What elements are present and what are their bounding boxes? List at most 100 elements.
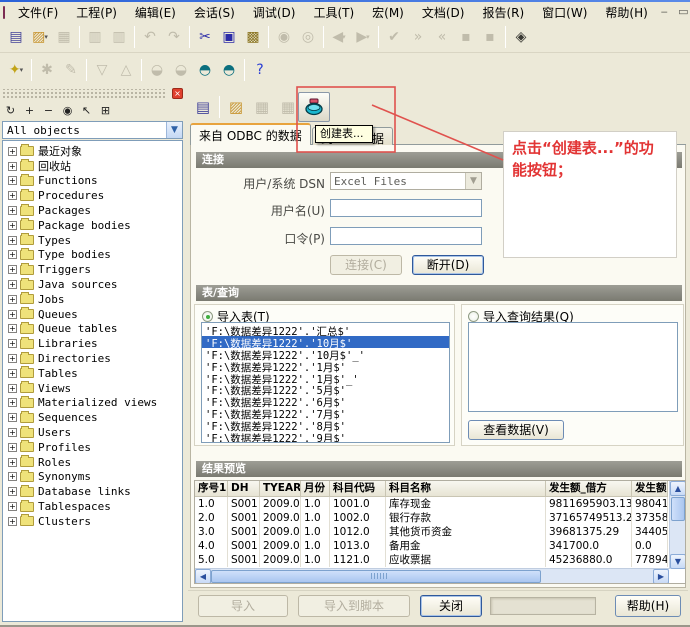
menu-item-0[interactable]: 文件(F) [9, 2, 67, 23]
table-list-item[interactable]: 'F:\数据差异1222'.'8月$' [202, 419, 449, 433]
tree-item[interactable]: + 回收站 [6, 159, 182, 174]
expand-plus-icon[interactable]: + [8, 220, 17, 230]
horizontal-scrollbar[interactable]: ◀ ▶ [195, 568, 669, 583]
find-object-icon[interactable]: ◉ [59, 102, 76, 118]
password-field[interactable] [330, 227, 482, 245]
collapse-icon[interactable]: − [40, 102, 57, 118]
expand-plus-icon[interactable]: + [8, 146, 17, 156]
expand-plus-icon[interactable]: + [8, 368, 17, 378]
expand-plus-icon[interactable]: + [8, 161, 17, 171]
expand-plus-icon[interactable]: + [8, 354, 17, 364]
scroll-down-icon[interactable]: ▼ [670, 554, 685, 569]
column-header[interactable]: 序号1 [195, 481, 228, 497]
expand-plus-icon[interactable]: + [8, 472, 17, 482]
help-icon[interactable]: ? [248, 58, 272, 82]
column-header[interactable]: 月份 [301, 481, 330, 497]
tree-item[interactable]: + Procedures [6, 188, 182, 203]
cut-icon[interactable]: ✂ [193, 25, 217, 49]
dropdown-arrow-icon[interactable]: ▾ [20, 66, 24, 74]
dropdown-arrow-icon[interactable]: ▾ [44, 33, 48, 41]
expand-plus-icon[interactable]: + [8, 294, 17, 304]
scroll-up-icon[interactable]: ▲ [670, 481, 685, 496]
tree-item[interactable]: + Views [6, 381, 182, 396]
expand-plus-icon[interactable]: + [8, 428, 17, 438]
copy-icon[interactable]: ▣ [217, 25, 241, 49]
expand-plus-icon[interactable]: + [8, 413, 17, 423]
expand-plus-icon[interactable]: + [8, 206, 17, 216]
tree-item[interactable]: + Functions [6, 173, 182, 189]
table-list-item[interactable]: 'F:\数据差异1222'.'7月$' [202, 407, 449, 421]
username-field[interactable] [330, 199, 482, 217]
column-header[interactable]: 发生额 [632, 481, 668, 497]
tree-item[interactable]: + Triggers [6, 262, 182, 277]
menu-item-3[interactable]: 会话(S) [185, 2, 244, 23]
expand-plus-icon[interactable]: + [8, 265, 17, 275]
table-list-item[interactable]: 'F:\数据差异1222'.'6月$' [202, 395, 449, 409]
new-import-icon[interactable]: ▤ [190, 94, 216, 120]
open-import-icon[interactable]: ▨ [223, 94, 249, 120]
tree-item[interactable]: + Type bodies [6, 247, 182, 263]
expand-plus-icon[interactable]: + [8, 487, 17, 497]
expand-plus-icon[interactable]: + [8, 250, 17, 260]
expand-plus-icon[interactable]: + [8, 398, 17, 408]
expand-plus-icon[interactable]: + [8, 280, 17, 290]
menu-item-7[interactable]: 文档(D) [413, 2, 474, 23]
menu-item-8[interactable]: 报告(R) [473, 2, 533, 23]
find-database-objects-icon[interactable]: ◓ [193, 58, 217, 82]
expand-plus-icon[interactable]: + [8, 442, 17, 452]
tree-item[interactable]: + Roles [6, 455, 182, 470]
create-table-button[interactable] [298, 92, 330, 122]
menu-item-2[interactable]: 编辑(E) [126, 2, 185, 23]
column-header[interactable]: 科目代码 [330, 481, 386, 497]
tree-item[interactable]: + Profiles [6, 440, 182, 455]
restore-button[interactable]: ▭ [676, 5, 690, 19]
disconnect-button[interactable]: 断开(D) [412, 255, 484, 275]
menu-item-4[interactable]: 调试(D) [244, 2, 305, 23]
tree-item[interactable]: + Libraries [6, 336, 182, 351]
tree-item[interactable]: + Java sources [6, 277, 182, 292]
dropdown-arrow-icon[interactable]: ▾ [366, 33, 370, 41]
close-dialog-button[interactable]: 关闭 [420, 595, 482, 617]
table-list-item[interactable]: 'F:\数据差异1222'.'1月$'_' [202, 372, 449, 386]
chevron-down-icon[interactable]: ▼ [166, 122, 182, 138]
expand-plus-icon[interactable]: + [8, 457, 17, 467]
tree-item[interactable]: + Synonyms [6, 469, 182, 485]
expand-plus-icon[interactable]: + [8, 176, 17, 186]
expand-plus-icon[interactable]: + [8, 324, 17, 334]
column-header[interactable]: DH [228, 481, 260, 497]
select-arrow-icon[interactable]: ↖ [78, 102, 95, 118]
tree-item[interactable]: + Tablespaces [6, 499, 182, 514]
table-list-item[interactable]: 'F:\数据差异1222'.'10月$'_' [202, 348, 449, 362]
new-file-icon[interactable]: ▤ [4, 25, 28, 49]
panel-close-button[interactable]: × [172, 88, 183, 99]
expand-plus-icon[interactable]: + [8, 235, 17, 245]
tree-item[interactable]: + Users [6, 425, 182, 440]
scroll-left-icon[interactable]: ◀ [195, 569, 211, 583]
table-list-item[interactable]: 'F:\数据差异1222'.'汇总$' [202, 324, 449, 338]
tree-item[interactable]: + Packages [6, 203, 182, 218]
expand-plus-icon[interactable]: + [8, 309, 17, 319]
break-session-icon[interactable]: ◓ [217, 58, 241, 82]
tree-item[interactable]: + Tables [6, 366, 182, 381]
tree-item[interactable]: + Database links [6, 484, 182, 499]
table-list-item[interactable]: 'F:\数据差异1222'.'1月$' [202, 360, 449, 374]
column-header[interactable]: 科目名称 [386, 481, 546, 497]
object-filter-combo[interactable]: All objects ▼ [2, 121, 183, 139]
minimize-button[interactable]: ‒ [657, 5, 672, 19]
expand-plus-icon[interactable]: + [8, 339, 17, 349]
expand-icon[interactable]: + [21, 102, 38, 118]
select-options-icon[interactable]: ⊞ [97, 102, 114, 118]
vertical-scroll-thumb[interactable] [671, 497, 685, 521]
expand-plus-icon[interactable]: + [8, 191, 17, 201]
menu-item-9[interactable]: 窗口(W) [533, 2, 596, 23]
tree-item[interactable]: + Directories [6, 351, 182, 366]
help-button[interactable]: 帮助(H) [615, 595, 681, 617]
tree-item[interactable]: + Queues [6, 307, 182, 322]
connect-key-icon[interactable]: ✦ ▾ [4, 58, 28, 82]
tab-from-odbc[interactable]: 来自 ODBC 的数据 [190, 123, 311, 145]
tree-item[interactable]: + Queue tables [6, 321, 182, 337]
tree-item[interactable]: + Package bodies [6, 218, 182, 233]
column-header[interactable]: TYEAR [260, 481, 301, 497]
tree-item[interactable]: + Materialized views [6, 395, 182, 411]
expand-plus-icon[interactable]: + [8, 516, 17, 526]
